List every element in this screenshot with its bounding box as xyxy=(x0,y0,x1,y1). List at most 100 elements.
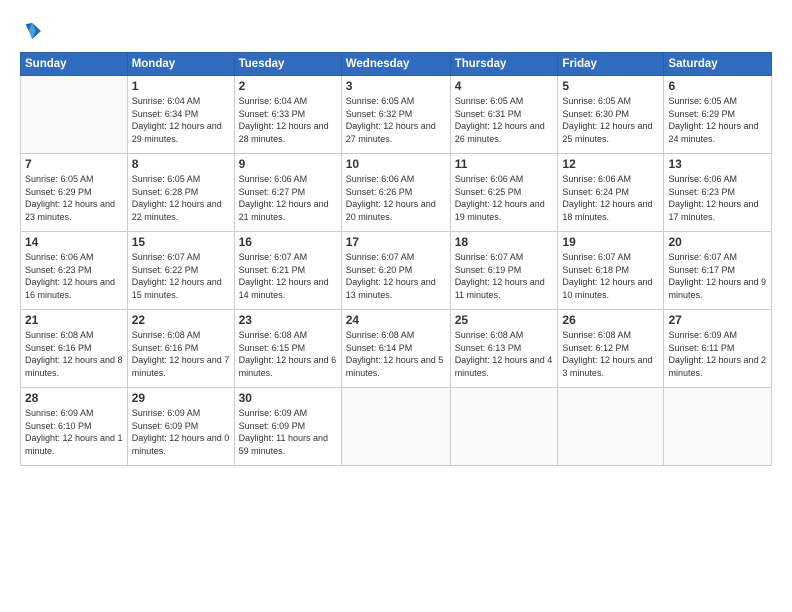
day-info: Sunrise: 6:05 AMSunset: 6:31 PMDaylight:… xyxy=(455,95,554,145)
day-cell xyxy=(21,76,128,154)
day-number: 26 xyxy=(562,313,659,327)
day-cell: 14 Sunrise: 6:06 AMSunset: 6:23 PMDayligh… xyxy=(21,232,128,310)
day-cell: 12 Sunrise: 6:06 AMSunset: 6:24 PMDayligh… xyxy=(558,154,664,232)
day-number: 30 xyxy=(239,391,337,405)
day-info: Sunrise: 6:04 AMSunset: 6:34 PMDaylight:… xyxy=(132,95,230,145)
day-number: 18 xyxy=(455,235,554,249)
day-cell: 25Sunrise: 6:08 AMSunset: 6:13 PMDayligh… xyxy=(450,310,558,388)
day-info: Sunrise: 6:06 AMSunset: 6:23 PMDaylight:… xyxy=(668,173,767,223)
day-info: Sunrise: 6:07 AMSunset: 6:17 PMDaylight:… xyxy=(668,251,767,301)
day-number: 13 xyxy=(668,157,767,171)
weekday-header-tuesday: Tuesday xyxy=(234,53,341,76)
day-info: Sunrise: 6:08 AMSunset: 6:16 PMDaylight:… xyxy=(25,329,123,379)
weekday-header-row: SundayMondayTuesdayWednesdayThursdayFrid… xyxy=(21,53,772,76)
day-cell: 5 Sunrise: 6:05 AMSunset: 6:30 PMDaylight… xyxy=(558,76,664,154)
day-info: Sunrise: 6:06 AMSunset: 6:24 PMDaylight:… xyxy=(562,173,659,223)
day-info: Sunrise: 6:05 AMSunset: 6:30 PMDaylight:… xyxy=(562,95,659,145)
day-number: 4 xyxy=(455,79,554,93)
day-cell: 20 Sunrise: 6:07 AMSunset: 6:17 PMDayligh… xyxy=(664,232,772,310)
day-cell: 17 Sunrise: 6:07 AMSunset: 6:20 PMDayligh… xyxy=(341,232,450,310)
day-number: 3 xyxy=(346,79,446,93)
week-row-2: 7 Sunrise: 6:05 AMSunset: 6:29 PMDaylight… xyxy=(21,154,772,232)
day-info: Sunrise: 6:06 AMSunset: 6:25 PMDaylight:… xyxy=(455,173,554,223)
day-cell: 13 Sunrise: 6:06 AMSunset: 6:23 PMDayligh… xyxy=(664,154,772,232)
day-info: Sunrise: 6:08 AMSunset: 6:12 PMDaylight:… xyxy=(562,329,659,379)
day-info: Sunrise: 6:06 AMSunset: 6:23 PMDaylight:… xyxy=(25,251,123,301)
day-cell xyxy=(450,388,558,466)
day-number: 28 xyxy=(25,391,123,405)
day-number: 15 xyxy=(132,235,230,249)
day-number: 29 xyxy=(132,391,230,405)
day-number: 5 xyxy=(562,79,659,93)
day-cell: 30 Sunrise: 6:09 AMSunset: 6:09 PMDayligh… xyxy=(234,388,341,466)
day-number: 10 xyxy=(346,157,446,171)
week-row-4: 21 Sunrise: 6:08 AMSunset: 6:16 PMDayligh… xyxy=(21,310,772,388)
day-cell: 6 Sunrise: 6:05 AMSunset: 6:29 PMDaylight… xyxy=(664,76,772,154)
weekday-header-sunday: Sunday xyxy=(21,53,128,76)
weekday-header-wednesday: Wednesday xyxy=(341,53,450,76)
day-info: Sunrise: 6:09 AMSunset: 6:10 PMDaylight:… xyxy=(25,407,123,457)
day-cell: 26 Sunrise: 6:08 AMSunset: 6:12 PMDayligh… xyxy=(558,310,664,388)
day-info: Sunrise: 6:08 AMSunset: 6:13 PMDaylight:… xyxy=(455,329,554,379)
day-number: 1 xyxy=(132,79,230,93)
day-number: 6 xyxy=(668,79,767,93)
day-cell: 2 Sunrise: 6:04 AMSunset: 6:33 PMDaylight… xyxy=(234,76,341,154)
day-cell: 9Sunrise: 6:06 AMSunset: 6:27 PMDaylight… xyxy=(234,154,341,232)
day-info: Sunrise: 6:07 AMSunset: 6:19 PMDaylight:… xyxy=(455,251,554,301)
day-cell: 16Sunrise: 6:07 AMSunset: 6:21 PMDayligh… xyxy=(234,232,341,310)
day-number: 16 xyxy=(239,235,337,249)
day-info: Sunrise: 6:08 AMSunset: 6:15 PMDaylight:… xyxy=(239,329,337,379)
day-info: Sunrise: 6:04 AMSunset: 6:33 PMDaylight:… xyxy=(239,95,337,145)
day-cell: 19 Sunrise: 6:07 AMSunset: 6:18 PMDayligh… xyxy=(558,232,664,310)
day-number: 23 xyxy=(239,313,337,327)
day-info: Sunrise: 6:07 AMSunset: 6:18 PMDaylight:… xyxy=(562,251,659,301)
day-info: Sunrise: 6:08 AMSunset: 6:16 PMDaylight:… xyxy=(132,329,230,379)
day-cell xyxy=(558,388,664,466)
weekday-header-friday: Friday xyxy=(558,53,664,76)
day-info: Sunrise: 6:05 AMSunset: 6:28 PMDaylight:… xyxy=(132,173,230,223)
weekday-header-saturday: Saturday xyxy=(664,53,772,76)
day-number: 14 xyxy=(25,235,123,249)
week-row-5: 28 Sunrise: 6:09 AMSunset: 6:10 PMDayligh… xyxy=(21,388,772,466)
day-info: Sunrise: 6:05 AMSunset: 6:32 PMDaylight:… xyxy=(346,95,446,145)
day-number: 20 xyxy=(668,235,767,249)
day-info: Sunrise: 6:07 AMSunset: 6:22 PMDaylight:… xyxy=(132,251,230,301)
day-number: 2 xyxy=(239,79,337,93)
day-number: 27 xyxy=(668,313,767,327)
day-cell: 4 Sunrise: 6:05 AMSunset: 6:31 PMDaylight… xyxy=(450,76,558,154)
day-number: 8 xyxy=(132,157,230,171)
day-cell: 23 Sunrise: 6:08 AMSunset: 6:15 PMDayligh… xyxy=(234,310,341,388)
day-number: 9 xyxy=(239,157,337,171)
header xyxy=(20,18,772,42)
day-number: 12 xyxy=(562,157,659,171)
day-info: Sunrise: 6:05 AMSunset: 6:29 PMDaylight:… xyxy=(668,95,767,145)
day-number: 19 xyxy=(562,235,659,249)
week-row-1: 1 Sunrise: 6:04 AMSunset: 6:34 PMDaylight… xyxy=(21,76,772,154)
day-info: Sunrise: 6:09 AMSunset: 6:09 PMDaylight:… xyxy=(239,407,337,457)
day-info: Sunrise: 6:06 AMSunset: 6:26 PMDaylight:… xyxy=(346,173,446,223)
day-cell: 1 Sunrise: 6:04 AMSunset: 6:34 PMDaylight… xyxy=(127,76,234,154)
day-info: Sunrise: 6:05 AMSunset: 6:29 PMDaylight:… xyxy=(25,173,123,223)
day-cell: 18 Sunrise: 6:07 AMSunset: 6:19 PMDayligh… xyxy=(450,232,558,310)
logo xyxy=(20,18,46,42)
day-number: 17 xyxy=(346,235,446,249)
day-cell: 28 Sunrise: 6:09 AMSunset: 6:10 PMDayligh… xyxy=(21,388,128,466)
day-cell: 22Sunrise: 6:08 AMSunset: 6:16 PMDayligh… xyxy=(127,310,234,388)
day-cell: 27 Sunrise: 6:09 AMSunset: 6:11 PMDayligh… xyxy=(664,310,772,388)
week-row-3: 14 Sunrise: 6:06 AMSunset: 6:23 PMDayligh… xyxy=(21,232,772,310)
weekday-header-thursday: Thursday xyxy=(450,53,558,76)
day-info: Sunrise: 6:09 AMSunset: 6:11 PMDaylight:… xyxy=(668,329,767,379)
day-info: Sunrise: 6:07 AMSunset: 6:20 PMDaylight:… xyxy=(346,251,446,301)
day-cell: 21 Sunrise: 6:08 AMSunset: 6:16 PMDayligh… xyxy=(21,310,128,388)
day-cell: 7 Sunrise: 6:05 AMSunset: 6:29 PMDaylight… xyxy=(21,154,128,232)
weekday-header-monday: Monday xyxy=(127,53,234,76)
day-cell: 11Sunrise: 6:06 AMSunset: 6:25 PMDayligh… xyxy=(450,154,558,232)
logo-icon xyxy=(20,20,42,42)
page: SundayMondayTuesdayWednesdayThursdayFrid… xyxy=(0,0,792,612)
day-cell: 15 Sunrise: 6:07 AMSunset: 6:22 PMDayligh… xyxy=(127,232,234,310)
day-cell: 10 Sunrise: 6:06 AMSunset: 6:26 PMDayligh… xyxy=(341,154,450,232)
day-info: Sunrise: 6:08 AMSunset: 6:14 PMDaylight:… xyxy=(346,329,446,379)
day-number: 7 xyxy=(25,157,123,171)
day-cell: 24Sunrise: 6:08 AMSunset: 6:14 PMDayligh… xyxy=(341,310,450,388)
day-number: 21 xyxy=(25,313,123,327)
